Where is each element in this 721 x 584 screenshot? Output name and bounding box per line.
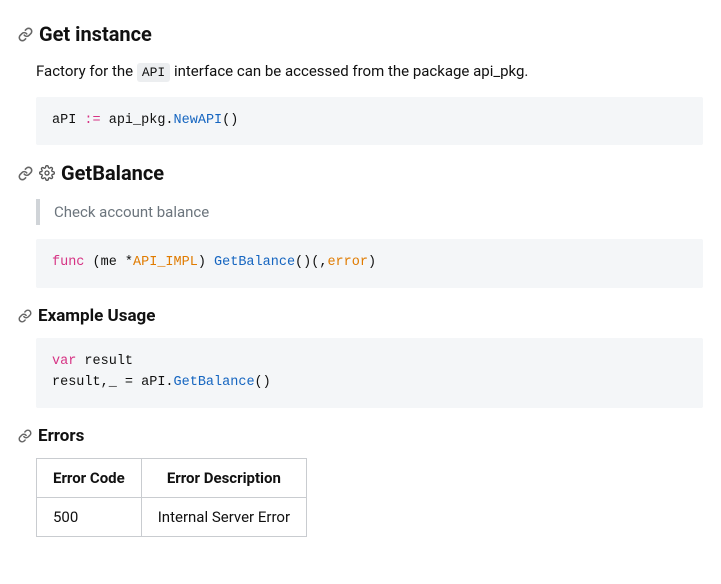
code-token: := <box>84 113 100 128</box>
code-token: api_pkg. <box>101 113 174 128</box>
code-token: API_IMPL <box>133 255 198 270</box>
code-token: result <box>76 354 133 369</box>
errors-table: Error Code Error Description 500 Interna… <box>36 458 307 537</box>
code-token: me * <box>101 255 133 270</box>
code-token: GetBalance <box>214 255 295 270</box>
heading-text: Example Usage <box>38 306 155 326</box>
col-error-description: Error Description <box>141 459 306 498</box>
getbalance-note: Check account balance <box>36 199 703 225</box>
get-instance-description: Factory for the API interface can be acc… <box>36 60 703 83</box>
code-token: GetBalance <box>174 375 255 390</box>
heading-text: Errors <box>38 426 84 446</box>
code-token: ) <box>368 255 376 270</box>
heading-text: Get instance <box>39 22 152 46</box>
link-icon[interactable] <box>18 429 32 443</box>
table-header-row: Error Code Error Description <box>37 459 307 498</box>
code-token: NewAPI <box>174 113 223 128</box>
desc-text-prefix: Factory for the <box>36 62 137 80</box>
heading-get-balance: GetBalance <box>18 161 703 185</box>
cell-error-code: 500 <box>37 498 142 537</box>
desc-text-suffix: interface can be accessed from the packa… <box>170 62 528 80</box>
inline-code-api: API <box>137 63 170 82</box>
link-icon[interactable] <box>18 309 32 323</box>
heading-example-usage: Example Usage <box>18 306 703 326</box>
code-token: aPI <box>52 113 76 128</box>
heading-get-instance: Get instance <box>18 22 703 46</box>
code-token: result,_ = aPI. <box>52 375 174 390</box>
code-token: () <box>222 113 238 128</box>
table-row: 500 Internal Server Error <box>37 498 307 537</box>
link-icon[interactable] <box>18 27 33 42</box>
code-token: var <box>52 354 76 369</box>
code-token: () <box>255 375 271 390</box>
code-token: ) <box>198 255 214 270</box>
code-get-balance: func (me *API_IMPL) GetBalance()(,error) <box>36 239 703 288</box>
code-token: ()(, <box>295 255 327 270</box>
heading-text: GetBalance <box>61 161 164 185</box>
code-token: error <box>327 255 368 270</box>
gear-icon <box>39 165 55 181</box>
heading-errors: Errors <box>18 426 703 446</box>
link-icon[interactable] <box>18 166 33 181</box>
code-example-usage: var result result,_ = aPI.GetBalance() <box>36 338 703 408</box>
code-token: ( <box>84 255 100 270</box>
col-error-code: Error Code <box>37 459 142 498</box>
code-get-instance: aPI := api_pkg.NewAPI() <box>36 97 703 146</box>
code-token: func <box>52 255 84 270</box>
note-text: Check account balance <box>54 203 209 221</box>
cell-error-description: Internal Server Error <box>141 498 306 537</box>
